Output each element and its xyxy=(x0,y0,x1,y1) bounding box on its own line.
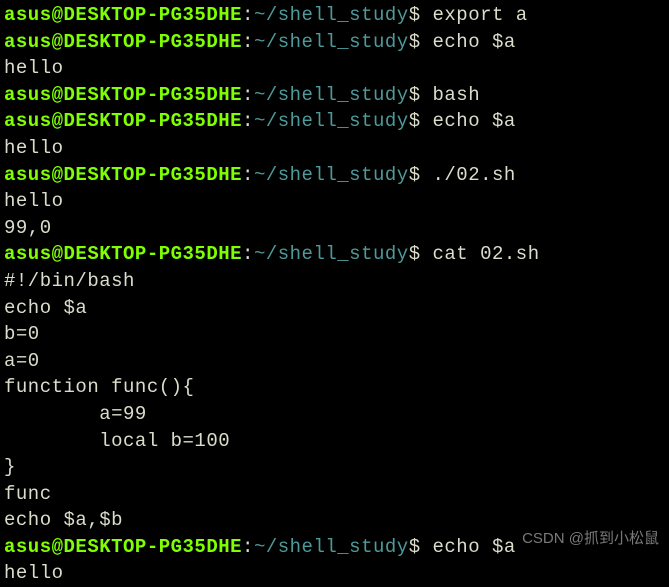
output-line: 99,0 xyxy=(4,215,665,242)
prompt-line: asus@DESKTOP-PG35DHE:~/shell_study$ cat … xyxy=(4,241,665,268)
output-text: #!/bin/bash xyxy=(4,270,135,292)
prompt-path: ~/shell_study xyxy=(254,110,409,132)
prompt-line: asus@DESKTOP-PG35DHE:~/shell_study$ expo… xyxy=(4,2,665,29)
command-text: bash xyxy=(421,84,481,106)
prompt-dollar: $ xyxy=(409,164,421,186)
output-line: hello xyxy=(4,135,665,162)
command-text: echo $a xyxy=(421,31,516,53)
output-line: func xyxy=(4,481,665,508)
output-line: local b=100 xyxy=(4,428,665,455)
prompt-dollar: $ xyxy=(409,4,421,26)
prompt-path: ~/shell_study xyxy=(254,84,409,106)
user-host: asus@DESKTOP-PG35DHE xyxy=(4,4,242,26)
output-text: hello xyxy=(4,190,64,212)
prompt-colon: : xyxy=(242,4,254,26)
user-host: asus@DESKTOP-PG35DHE xyxy=(4,31,242,53)
prompt-path: ~/shell_study xyxy=(254,4,409,26)
output-text: echo $a,$b xyxy=(4,509,123,531)
output-text: 99,0 xyxy=(4,217,52,239)
output-text: b=0 xyxy=(4,323,40,345)
output-text: function func(){ xyxy=(4,376,194,398)
prompt-path: ~/shell_study xyxy=(254,31,409,53)
user-host: asus@DESKTOP-PG35DHE xyxy=(4,243,242,265)
prompt-dollar: $ xyxy=(409,110,421,132)
prompt-dollar: $ xyxy=(409,243,421,265)
prompt-dollar: $ xyxy=(409,31,421,53)
prompt-dollar: $ xyxy=(409,84,421,106)
watermark: CSDN @抓到小松鼠 xyxy=(522,528,659,549)
prompt-path: ~/shell_study xyxy=(254,164,409,186)
output-text: a=0 xyxy=(4,350,40,372)
output-line: } xyxy=(4,454,665,481)
output-text: local b=100 xyxy=(4,430,230,452)
output-line: hello xyxy=(4,560,665,587)
terminal[interactable]: asus@DESKTOP-PG35DHE:~/shell_study$ expo… xyxy=(4,2,665,587)
output-text: echo $a xyxy=(4,297,87,319)
output-text: hello xyxy=(4,562,64,584)
prompt-line: asus@DESKTOP-PG35DHE:~/shell_study$ ./02… xyxy=(4,162,665,189)
output-line: b=0 xyxy=(4,321,665,348)
output-text: func xyxy=(4,483,52,505)
command-text: export a xyxy=(421,4,528,26)
output-line: echo $a xyxy=(4,295,665,322)
prompt-colon: : xyxy=(242,110,254,132)
output-text: } xyxy=(4,456,16,478)
output-line: hello xyxy=(4,188,665,215)
output-text: hello xyxy=(4,57,64,79)
command-text: ./02.sh xyxy=(421,164,516,186)
prompt-colon: : xyxy=(242,243,254,265)
prompt-line: asus@DESKTOP-PG35DHE:~/shell_study$ echo… xyxy=(4,108,665,135)
output-text: hello xyxy=(4,137,64,159)
prompt-path: ~/shell_study xyxy=(254,243,409,265)
prompt-colon: : xyxy=(242,84,254,106)
output-line: #!/bin/bash xyxy=(4,268,665,295)
output-text: a=99 xyxy=(4,403,147,425)
prompt-colon: : xyxy=(242,31,254,53)
output-line: function func(){ xyxy=(4,374,665,401)
user-host: asus@DESKTOP-PG35DHE xyxy=(4,164,242,186)
user-host: asus@DESKTOP-PG35DHE xyxy=(4,84,242,106)
command-text: cat 02.sh xyxy=(421,243,540,265)
user-host: asus@DESKTOP-PG35DHE xyxy=(4,110,242,132)
command-text: echo $a xyxy=(421,110,516,132)
output-line: hello xyxy=(4,55,665,82)
output-line: a=99 xyxy=(4,401,665,428)
prompt-colon: : xyxy=(242,164,254,186)
output-line: a=0 xyxy=(4,348,665,375)
prompt-line: asus@DESKTOP-PG35DHE:~/shell_study$ bash xyxy=(4,82,665,109)
prompt-line: asus@DESKTOP-PG35DHE:~/shell_study$ echo… xyxy=(4,29,665,56)
